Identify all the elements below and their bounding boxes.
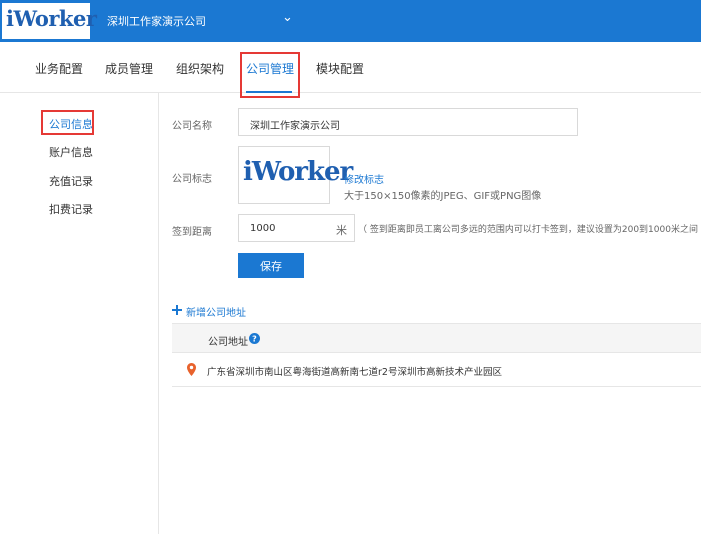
highlight-box-sidebar <box>41 110 94 135</box>
address-text: 广东省深圳市南山区粤海街道高新南七道r2号深圳市高新技术产业园区 <box>207 367 502 378</box>
nav-tab-business-config[interactable]: 业务配置 <box>35 60 83 77</box>
logo-label: 公司标志 <box>172 174 212 185</box>
top-bar: iWorker 深圳工作家演示公司 ⌄ <box>0 0 701 42</box>
sidebar-item-recharge-records[interactable]: 充值记录 <box>49 173 93 189</box>
highlight-box-nav <box>240 52 300 98</box>
nav-tab-member-management[interactable]: 成员管理 <box>105 60 153 77</box>
distance-input[interactable]: 1000 米 <box>238 214 355 242</box>
distance-unit: 米 <box>336 224 347 237</box>
company-selector-label[interactable]: 深圳工作家演示公司 <box>107 13 206 29</box>
company-name-value: 深圳工作家演示公司 <box>250 121 340 132</box>
logo[interactable]: iWorker <box>2 3 97 39</box>
logo-text: iWorker <box>6 6 97 31</box>
save-button[interactable]: 保存 <box>238 253 304 278</box>
address-table-header: 公司地址 ? <box>172 323 701 353</box>
main-nav: 业务配置 成员管理 组织架构 公司管理 模块配置 <box>0 42 701 93</box>
nav-tab-org-structure[interactable]: 组织架构 <box>176 60 224 77</box>
distance-hint: （ 签到距离即员工离公司多远的范围内可以打卡签到，建议设置为200到1000米之… <box>358 225 701 235</box>
address-column-header: 公司地址 <box>208 337 248 348</box>
sidebar-item-deduction-records[interactable]: 扣费记录 <box>49 201 93 217</box>
company-name-input[interactable]: 深圳工作家演示公司 <box>238 108 578 136</box>
sidebar-item-account-info[interactable]: 账户信息 <box>49 144 93 160</box>
distance-value: 1000 <box>250 223 276 234</box>
plus-icon <box>172 305 182 315</box>
edit-logo-link[interactable]: 修改标志 <box>344 171 384 186</box>
company-logo-image: iWorker <box>238 146 353 204</box>
question-circle-icon[interactable]: ? <box>249 333 260 344</box>
sidebar: 公司信息 账户信息 充值记录 扣费记录 <box>0 93 159 534</box>
nav-tab-module-config[interactable]: 模块配置 <box>316 60 364 77</box>
logo-size-hint: 大于150×150像素的JPEG、GIF或PNG图像 <box>344 191 542 202</box>
svg-text:?: ? <box>252 335 257 344</box>
table-row[interactable]: 广东省深圳市南山区粤海街道高新南七道r2号深圳市高新技术产业园区 <box>172 353 701 387</box>
company-logo-text: iWorker <box>243 157 353 187</box>
add-address-label: 新增公司地址 <box>186 308 246 319</box>
distance-label: 签到距离 <box>172 227 212 238</box>
chevron-down-icon[interactable]: ⌄ <box>282 10 293 25</box>
company-name-label: 公司名称 <box>172 121 212 132</box>
map-pin-icon <box>187 363 196 376</box>
